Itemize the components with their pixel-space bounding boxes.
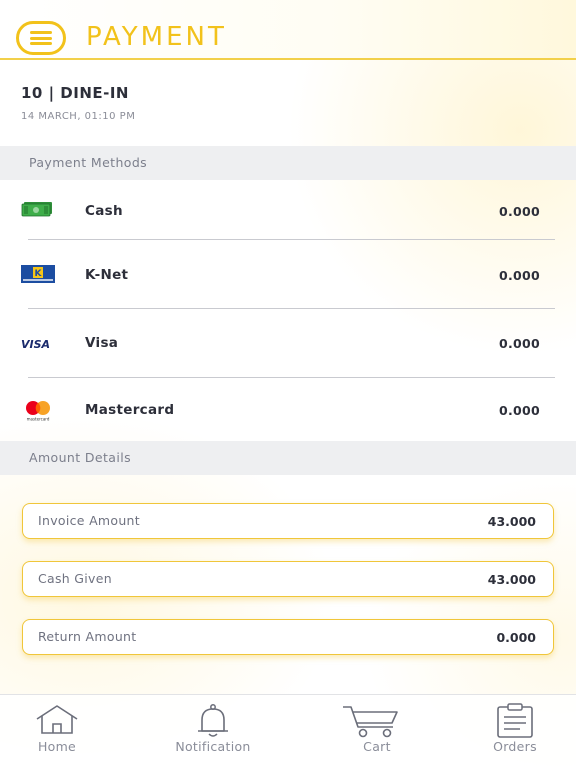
payment-method-visa[interactable]: VISA Visa 0.000 [0, 328, 576, 358]
nav-label: Notification [175, 739, 251, 754]
cash-icon [21, 202, 53, 222]
home-icon [36, 705, 78, 734]
field-value: 43.000 [487, 572, 536, 587]
payment-method-value: 0.000 [498, 204, 540, 219]
app-header: PAYMENT [0, 0, 576, 60]
page-title: PAYMENT [86, 22, 227, 52]
bell-icon [198, 704, 228, 737]
payment-method-label: K-Net [85, 267, 129, 283]
visa-icon: VISA [21, 336, 65, 355]
mastercard-icon: mastercard [21, 400, 57, 426]
divider [28, 308, 555, 309]
field-label: Return Amount [38, 629, 137, 644]
field-value: 0.000 [496, 630, 536, 645]
nav-label: Orders [493, 739, 537, 754]
clipboard-icon [497, 703, 533, 738]
order-title: 10 | DINE-IN [21, 84, 129, 102]
visa-logo-text: VISA [21, 338, 50, 351]
mastercard-logo-text: mastercard [27, 417, 50, 422]
field-label: Cash Given [38, 571, 112, 586]
payment-method-knet[interactable]: K K-Net 0.000 [0, 260, 576, 290]
divider [28, 239, 555, 240]
field-label: Invoice Amount [38, 513, 140, 528]
payment-method-label: Visa [85, 335, 119, 351]
section-label: Payment Methods [29, 155, 148, 170]
nav-item-home[interactable]: Home [0, 695, 117, 768]
payment-method-cash[interactable]: Cash 0.000 [0, 196, 576, 226]
payment-methods-header: Payment Methods [0, 146, 576, 180]
payment-method-value: 0.000 [498, 403, 540, 418]
amount-details-header: Amount Details [0, 441, 576, 475]
nav-item-orders[interactable]: Orders [455, 695, 575, 768]
divider [28, 377, 555, 378]
payment-method-label: Cash [85, 203, 123, 219]
payment-method-mastercard[interactable]: mastercard Mastercard 0.000 [0, 395, 576, 425]
nav-item-notification[interactable]: Notification [153, 695, 273, 768]
svg-text:K: K [35, 269, 43, 279]
nav-label: Home [37, 739, 77, 754]
cart-icon [343, 706, 398, 738]
knet-icon: K [21, 265, 55, 287]
payment-method-value: 0.000 [498, 268, 540, 283]
bottom-nav: Home Notification Cart Orders [0, 694, 576, 768]
payment-method-value: 0.000 [498, 336, 540, 351]
field-value: 43.000 [487, 514, 536, 529]
nav-label: Cart [363, 739, 391, 754]
payment-method-label: Mastercard [85, 402, 175, 418]
order-date: 14 MARCH, 01:10 PM [21, 111, 136, 122]
section-label: Amount Details [29, 450, 132, 465]
invoice-amount-field: Invoice Amount 43.000 [22, 503, 554, 539]
hamburger-menu-icon[interactable] [16, 21, 66, 55]
nav-item-cart[interactable]: Cart [317, 695, 437, 768]
return-amount-field: Return Amount 0.000 [22, 619, 554, 655]
cash-given-field[interactable]: Cash Given 43.000 [22, 561, 554, 597]
